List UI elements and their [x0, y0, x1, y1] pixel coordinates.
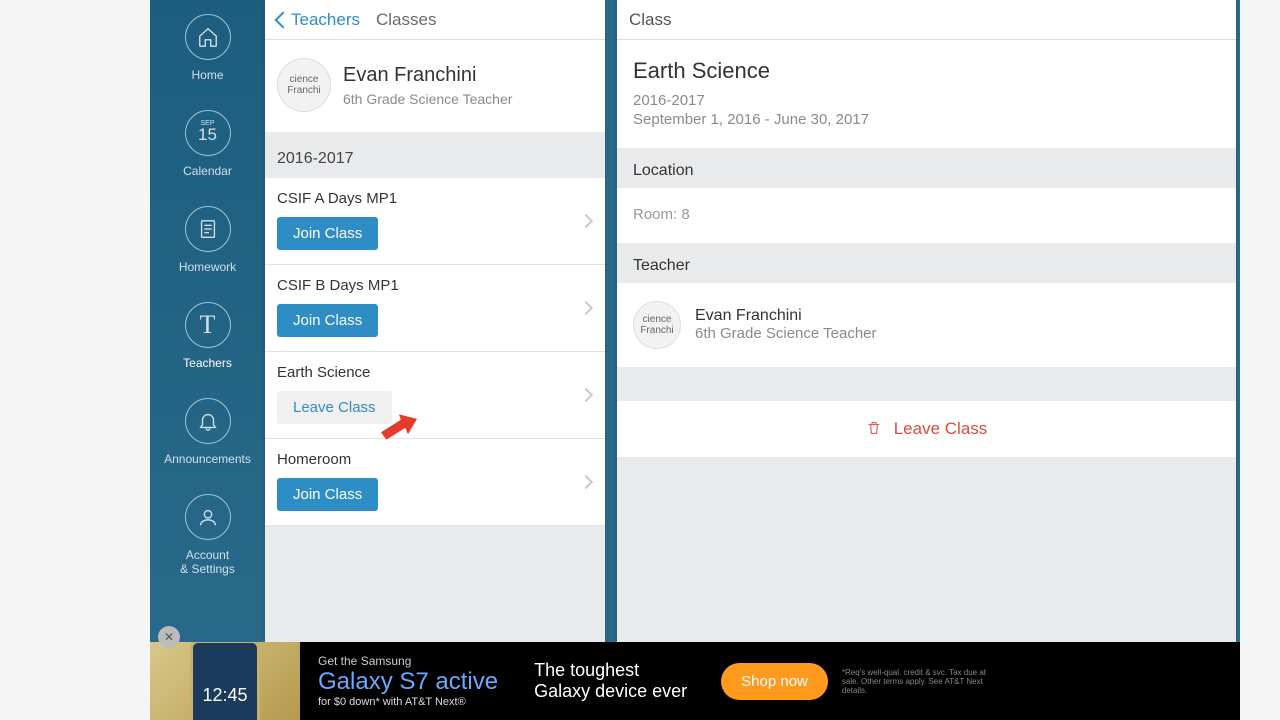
- sidebar-item-teachers[interactable]: T Teachers: [150, 292, 265, 388]
- shop-now-button[interactable]: Shop now: [721, 663, 828, 700]
- person-icon: [185, 494, 231, 540]
- ad-fineprint: *Req's well-qual. credit & svc. Tax due …: [842, 668, 1002, 695]
- teacher-label: Teacher: [617, 243, 1236, 283]
- location-value: Room: 8: [633, 206, 1220, 223]
- ad-tagline2: Galaxy device ever: [534, 681, 687, 702]
- leave-class-button[interactable]: Leave Class: [277, 391, 392, 424]
- sidebar-item-calendar[interactable]: SEP 15 Calendar: [150, 100, 265, 196]
- class-row[interactable]: Earth Science Leave Class: [265, 352, 605, 439]
- sidebar-item-label: Home: [150, 68, 265, 82]
- ad-subtitle: for $0 down* with AT&T Next®: [318, 696, 498, 708]
- sidebar-item-announcements[interactable]: Announcements: [150, 388, 265, 484]
- class-pane: Class Earth Science 2016-2017 September …: [617, 0, 1236, 720]
- class-teacher-role: 6th Grade Science Teacher: [695, 325, 877, 342]
- trash-icon: [866, 420, 882, 438]
- sidebar-item-label: Announcements: [150, 452, 265, 466]
- class-header: Class: [629, 10, 672, 30]
- leave-class-label: Leave Class: [894, 419, 988, 439]
- class-name: CSIF A Days MP1: [277, 190, 593, 207]
- class-year: 2016-2017: [633, 92, 1220, 109]
- class-name: CSIF B Days MP1: [277, 277, 593, 294]
- secondary-title: Classes: [376, 10, 436, 30]
- teacher-avatar: cienceFranchi: [633, 301, 681, 349]
- year-header: 2016-2017: [265, 132, 605, 178]
- class-title: Earth Science: [633, 58, 1220, 84]
- ad-headline: Get the Samsung: [318, 654, 498, 668]
- chevron-left-icon: [275, 11, 292, 28]
- bell-icon: [185, 398, 231, 444]
- class-list: CSIF A Days MP1 Join Class CSIF B Days M…: [265, 178, 605, 526]
- class-name: Homeroom: [277, 451, 593, 468]
- class-name: Earth Science: [277, 364, 593, 381]
- class-row[interactable]: CSIF B Days MP1 Join Class: [265, 265, 605, 352]
- class-range: September 1, 2016 - June 30, 2017: [633, 111, 1220, 128]
- join-class-button[interactable]: Join Class: [277, 478, 378, 511]
- homework-icon: [185, 206, 231, 252]
- teacher-avatar: cienceFranchi: [277, 58, 331, 112]
- sidebar-item-label: Account & Settings: [150, 548, 265, 576]
- back-label: Teachers: [291, 10, 360, 30]
- join-class-button[interactable]: Join Class: [277, 304, 378, 337]
- class-row[interactable]: CSIF A Days MP1 Join Class: [265, 178, 605, 265]
- join-class-button[interactable]: Join Class: [277, 217, 378, 250]
- class-teacher-row[interactable]: cienceFranchi Evan Franchini 6th Grade S…: [617, 283, 1236, 367]
- sidebar-item-label: Teachers: [150, 356, 265, 370]
- teacher-role: 6th Grade Science Teacher: [343, 91, 512, 107]
- back-teachers[interactable]: Teachers: [277, 10, 360, 30]
- calendar-icon: SEP 15: [185, 110, 231, 156]
- leave-class-button[interactable]: Leave Class: [617, 401, 1236, 457]
- chevron-right-icon: [579, 388, 593, 402]
- ad-phone-image: 12:45: [150, 642, 300, 720]
- teachers-icon: T: [185, 302, 231, 348]
- chevron-right-icon: [579, 301, 593, 315]
- class-row[interactable]: Homeroom Join Class: [265, 439, 605, 526]
- sidebar-item-home[interactable]: Home: [150, 4, 265, 100]
- chevron-right-icon: [579, 214, 593, 228]
- teacher-pane: Teachers Classes cienceFranchi Evan Fran…: [265, 0, 605, 720]
- class-teacher-name: Evan Franchini: [695, 307, 877, 325]
- ad-title: Galaxy S7 active: [318, 668, 498, 696]
- teacher-name: Evan Franchini: [343, 64, 512, 87]
- sidebar: Home SEP 15 Calendar Homework T Teachers…: [150, 0, 265, 720]
- home-icon: [185, 14, 231, 60]
- sidebar-item-label: Homework: [150, 260, 265, 274]
- location-label: Location: [617, 148, 1236, 188]
- ad-tagline1: The toughest: [534, 660, 687, 681]
- chevron-right-icon: [579, 475, 593, 489]
- sidebar-item-label: Calendar: [150, 164, 265, 178]
- annotation-arrow: [381, 414, 417, 440]
- sidebar-item-homework[interactable]: Homework: [150, 196, 265, 292]
- sidebar-item-account[interactable]: Account & Settings: [150, 484, 265, 594]
- close-ad-button[interactable]: [158, 626, 180, 648]
- ad-banner[interactable]: 12:45 Get the Samsung Galaxy S7 active f…: [150, 642, 1240, 720]
